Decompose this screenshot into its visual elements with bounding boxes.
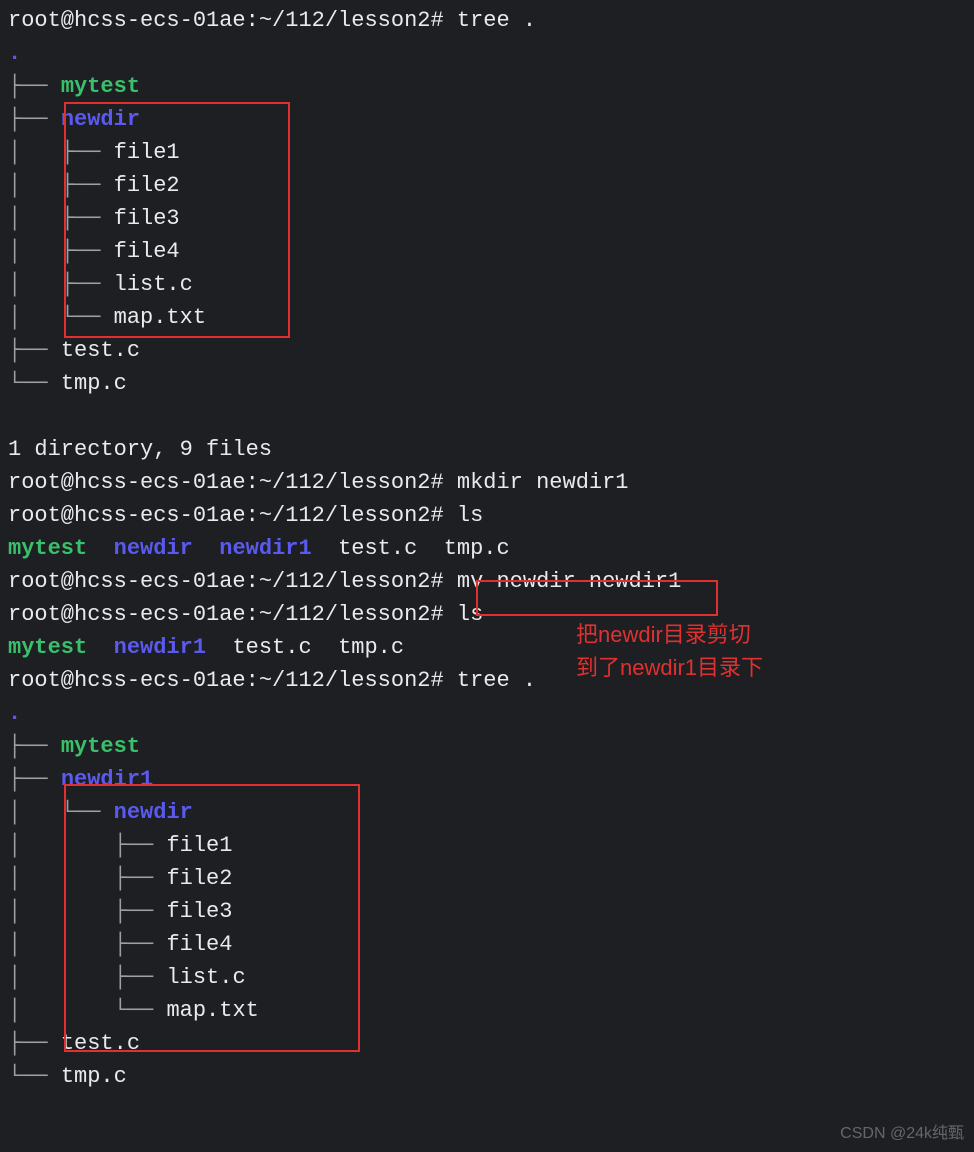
dir-newdir1: newdir1 [61, 767, 153, 792]
file-entry: test.c [61, 338, 140, 363]
file-entry: list.c [114, 272, 193, 297]
tree-summary: 1 directory, 9 files [8, 437, 272, 462]
command-mv: mv newdir newdir1 [457, 569, 681, 594]
tree-root-dot: . [8, 701, 21, 726]
file-entry: file3 [114, 206, 180, 231]
file-entry: map.txt [166, 998, 258, 1023]
dir-mytest: mytest [61, 734, 140, 759]
dir-mytest: mytest [61, 74, 140, 99]
file-entry: file4 [114, 239, 180, 264]
file-entry: test.c [61, 1031, 140, 1056]
file-entry: tmp.c [61, 1064, 127, 1089]
file-entry: file2 [166, 866, 232, 891]
file-entry: file4 [166, 932, 232, 957]
file-entry: file1 [114, 140, 180, 165]
dir-newdir: newdir [114, 800, 193, 825]
file-entry: list.c [166, 965, 245, 990]
terminal-output: root@hcss-ecs-01ae:~/112/lesson2# tree .… [0, 0, 974, 1101]
watermark: CSDN @24k纯甄 [840, 1122, 964, 1146]
file-entry: file2 [114, 173, 180, 198]
annotation-text: 把newdir目录剪切 到了newdir1目录下 [576, 618, 763, 684]
tree-root-dot: . [8, 41, 21, 66]
file-entry: file3 [166, 899, 232, 924]
dir-newdir: newdir [61, 107, 140, 132]
file-entry: map.txt [114, 305, 206, 330]
file-entry: file1 [166, 833, 232, 858]
file-entry: tmp.c [61, 371, 127, 396]
